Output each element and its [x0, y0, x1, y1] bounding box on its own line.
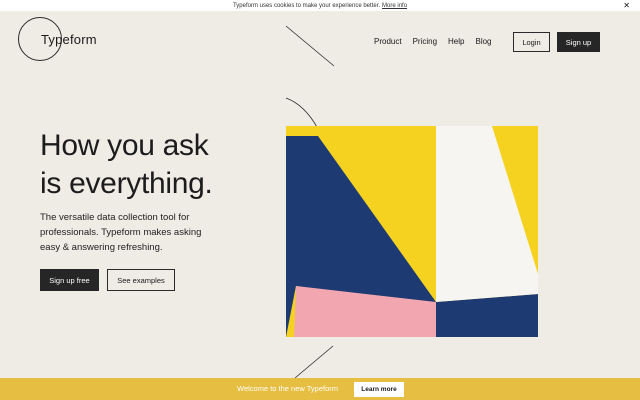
cookie-text: Typeform uses cookies to make your exper…: [232, 2, 381, 9]
headline-line-1: How you ask: [40, 129, 209, 162]
hero-subtitle: The versatile data collection tool for p…: [40, 212, 202, 253]
signup-free-button[interactable]: Sign up free: [40, 269, 99, 291]
see-examples-button[interactable]: See examples: [107, 269, 175, 291]
cookie-bar: Typeform uses cookies to make your exper…: [0, 0, 640, 11]
hero-image: [286, 126, 538, 337]
nav-help[interactable]: Help: [448, 37, 464, 46]
close-icon[interactable]: ✕: [623, 0, 630, 11]
main-nav: Product Pricing Help Blog: [374, 37, 503, 46]
decorative-line-bottom: [294, 345, 334, 379]
headline-line-2: is everything.: [40, 167, 213, 200]
welcome-banner: Welcome to the new Typeform Learn more: [0, 378, 640, 400]
nav-product[interactable]: Product: [374, 37, 402, 46]
decorative-line-top: [285, 25, 335, 67]
signup-button[interactable]: Sign up: [557, 32, 600, 52]
learn-more-button[interactable]: Learn more: [354, 382, 404, 397]
nav-pricing[interactable]: Pricing: [413, 37, 437, 46]
login-button[interactable]: Login: [513, 32, 550, 52]
hero-headline: How you ask is everything.: [40, 127, 280, 203]
logo[interactable]: Typeform: [41, 32, 97, 47]
cookie-more-info-link[interactable]: More info: [382, 3, 407, 9]
nav-blog[interactable]: Blog: [475, 37, 491, 46]
banner-text: Welcome to the new Typeform: [237, 384, 339, 393]
